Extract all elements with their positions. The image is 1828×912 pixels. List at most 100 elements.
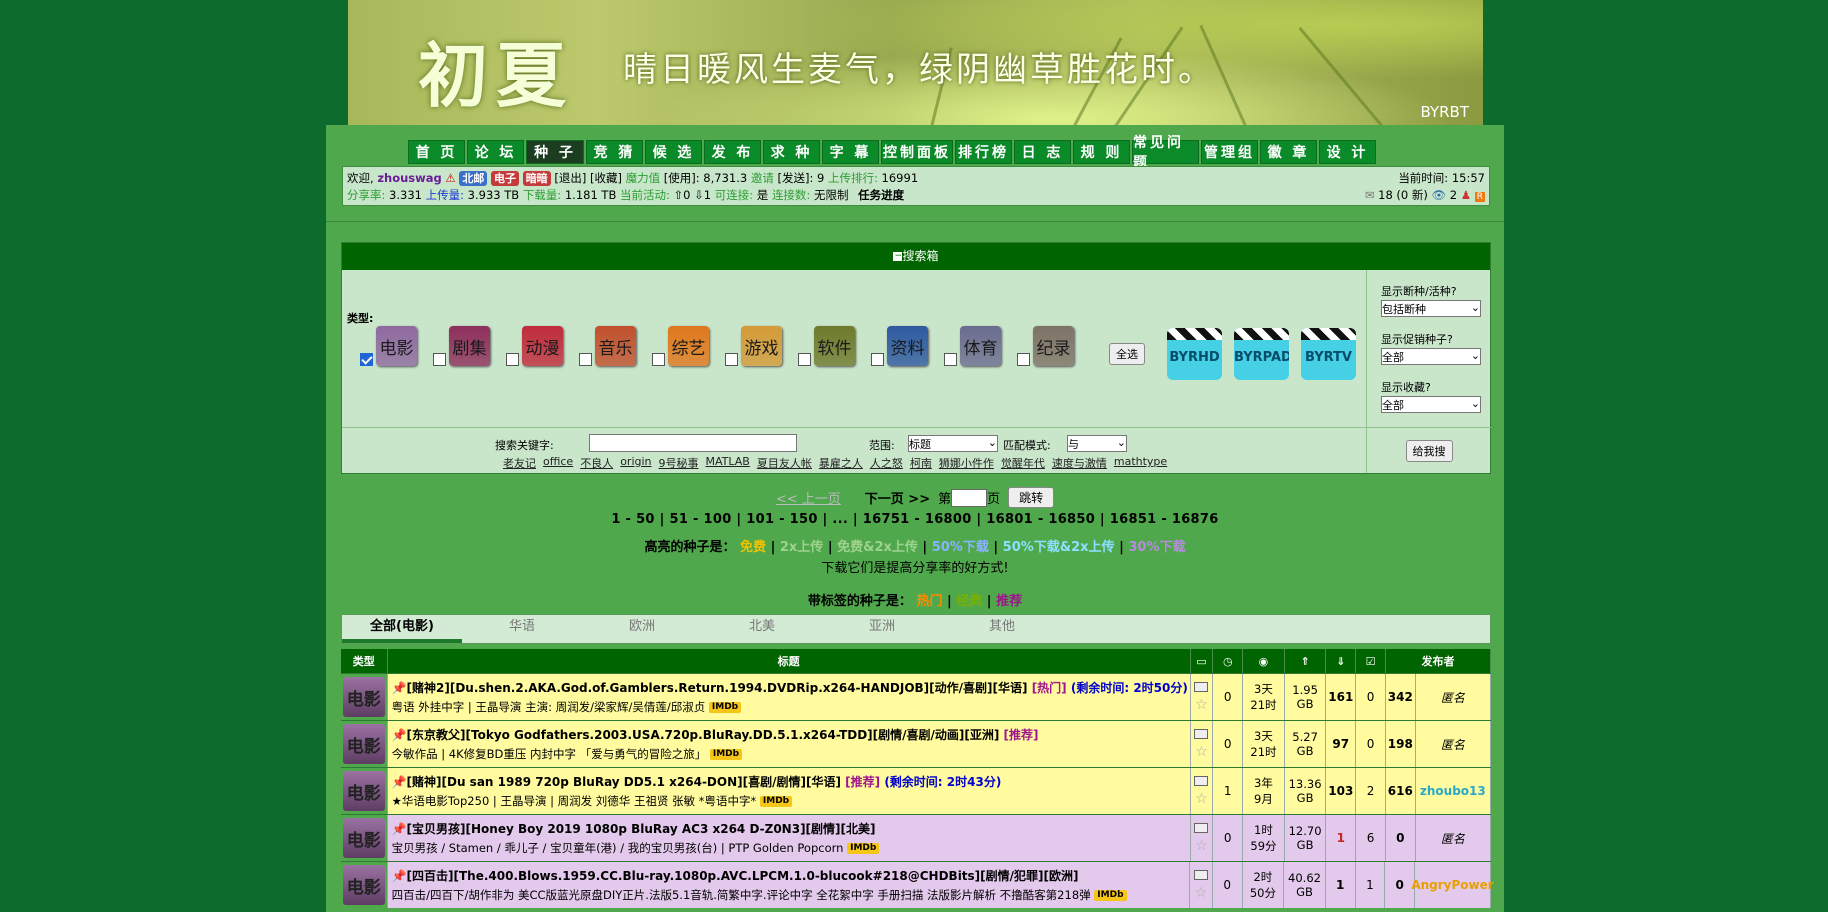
nav-item[interactable]: 字 幕	[822, 140, 879, 164]
category-icon[interactable]: 电影	[342, 771, 385, 811]
hot-keyword-link[interactable]: 不良人	[580, 455, 613, 471]
torrent-title-link[interactable]: [赌神2][Du.shen.2.AKA.God.of.Gamblers.Retu…	[407, 681, 1028, 695]
category-checkbox[interactable]	[360, 353, 373, 366]
download-icon[interactable]	[1194, 729, 1209, 739]
match-mode-select[interactable]: 与 ⌄	[1067, 435, 1127, 452]
comment-count[interactable]: 0	[1213, 815, 1244, 861]
category-checkbox[interactable]	[871, 353, 884, 366]
category-option[interactable]: 动漫	[506, 326, 563, 366]
col-type[interactable]: 类型	[341, 649, 388, 673]
completed-count[interactable]: 342	[1386, 674, 1416, 720]
hot-keyword-link[interactable]: 觉醒年代	[1001, 455, 1045, 471]
byrpad-channel-icon[interactable]: BYRPAD	[1234, 328, 1289, 380]
bookmark-star-icon[interactable]: ☆	[1195, 792, 1208, 806]
bookmark-star-icon[interactable]: ☆	[1195, 698, 1208, 712]
people-icon[interactable]: ♟	[1461, 188, 1471, 202]
nav-item[interactable]: 日 志	[1014, 140, 1071, 164]
category-icon[interactable]: 电影	[342, 677, 385, 717]
nav-item[interactable]: 候 选	[645, 140, 702, 164]
hot-keyword-link[interactable]: 9号秘事	[659, 455, 699, 471]
next-page-link[interactable]: 下一页 >>	[865, 488, 930, 507]
username-link[interactable]: zhouswag	[377, 171, 441, 185]
hot-keyword-link[interactable]: 老友记	[503, 455, 536, 471]
category-checkbox[interactable]	[652, 353, 665, 366]
leechers-count[interactable]: 6	[1356, 815, 1386, 861]
torrent-title-link[interactable]: [宝贝男孩][Honey Boy 2019 1080p BluRay AC3 x…	[407, 822, 876, 836]
category-icon[interactable]: 动漫	[522, 326, 563, 366]
imdb-icon[interactable]: IMDb	[847, 843, 880, 854]
magic-use-link[interactable]: [使用]:	[664, 171, 700, 185]
scope-select[interactable]: 标题 ⌄	[908, 435, 998, 452]
leechers-count[interactable]: 2	[1356, 768, 1386, 814]
invite-send-link[interactable]: [发送]:	[778, 171, 814, 185]
select-all-button[interactable]: 全选	[1109, 343, 1145, 365]
category-option[interactable]: 电影	[360, 326, 417, 366]
comment-count[interactable]: 0	[1213, 862, 1243, 908]
favorites-link[interactable]: [收藏]	[590, 171, 622, 185]
col-title[interactable]: 标题	[388, 649, 1191, 673]
leechers-icon[interactable]: ⇓	[1326, 649, 1357, 673]
promotion-select[interactable]: 全部 ⌄	[1381, 348, 1481, 365]
category-icon[interactable]: 游戏	[741, 326, 782, 366]
torrent-title-link[interactable]: [赌神][Du san 1989 720p BluRay DD5.1 x264-…	[407, 775, 841, 789]
prev-page-link[interactable]: << 上一页	[776, 488, 841, 507]
category-icon[interactable]: 纪录	[1033, 326, 1074, 366]
region-tab[interactable]: 华语	[462, 615, 582, 643]
size-icon[interactable]: ◉	[1243, 649, 1285, 673]
category-icon[interactable]: 软件	[814, 326, 855, 366]
completed-count[interactable]: 0	[1386, 815, 1416, 861]
nav-item[interactable]: 竞 猜	[586, 140, 643, 164]
download-icon[interactable]	[1194, 823, 1209, 833]
category-icon[interactable]: 电影	[342, 865, 385, 905]
nav-item[interactable]: 徽 章	[1260, 140, 1317, 164]
region-tab[interactable]: 亚洲	[822, 615, 942, 643]
nav-item[interactable]: 排行榜	[955, 140, 1012, 164]
region-tab[interactable]: 欧洲	[582, 615, 702, 643]
seeders-icon[interactable]: ⇑	[1285, 649, 1327, 673]
hot-keyword-link[interactable]: office	[543, 455, 573, 471]
region-tab[interactable]: 全部(电影)	[342, 615, 462, 643]
category-icon[interactable]: 体育	[960, 326, 1001, 366]
category-option[interactable]: 综艺	[652, 326, 709, 366]
category-option[interactable]: 纪录	[1017, 326, 1074, 366]
download-icon[interactable]	[1194, 682, 1209, 692]
category-option[interactable]: 游戏	[725, 326, 782, 366]
imdb-icon[interactable]: IMDb	[709, 749, 743, 760]
category-option[interactable]: 体育	[944, 326, 1001, 366]
keyword-input[interactable]	[589, 434, 797, 452]
comment-count[interactable]: 0	[1213, 721, 1244, 767]
clock-icon[interactable]: ◷	[1213, 649, 1244, 673]
nav-item[interactable]: 控制面板	[881, 140, 953, 164]
seeders-count[interactable]: 161	[1326, 674, 1357, 720]
category-checkbox[interactable]	[798, 353, 811, 366]
leechers-count[interactable]: 1	[1356, 862, 1386, 908]
leechers-count[interactable]: 0	[1356, 674, 1386, 720]
hot-keyword-link[interactable]: 柯南	[910, 455, 932, 471]
search-box-header[interactable]: −搜索箱	[342, 243, 1490, 270]
download-icon[interactable]	[1194, 776, 1209, 786]
eye-icon[interactable]: 👁	[1432, 188, 1447, 202]
nav-item[interactable]: 设 计	[1319, 140, 1376, 164]
category-checkbox[interactable]	[1017, 353, 1030, 366]
nav-item[interactable]: 管理组	[1201, 140, 1258, 164]
bookmark-star-icon[interactable]: ☆	[1195, 886, 1208, 900]
col-uploader[interactable]: 发布者	[1386, 649, 1491, 673]
completed-icon[interactable]: ☑	[1356, 649, 1386, 673]
category-option[interactable]: 剧集	[433, 326, 490, 366]
bookmark-star-icon[interactable]: ☆	[1195, 745, 1208, 759]
hot-keyword-link[interactable]: 速度与激情	[1052, 455, 1107, 471]
bookmark-star-icon[interactable]: ☆	[1195, 839, 1208, 853]
imdb-icon[interactable]: IMDb	[759, 796, 793, 807]
nav-item[interactable]: 常见问题	[1132, 135, 1199, 171]
download-icon[interactable]	[1193, 870, 1208, 880]
task-progress-link[interactable]: 任务进度	[858, 188, 904, 202]
category-checkbox[interactable]	[506, 353, 519, 366]
category-icon[interactable]: 资料	[887, 326, 928, 366]
favorites-filter-select[interactable]: 全部 ⌄	[1381, 396, 1481, 413]
torrent-title-link[interactable]: [四百击][The.400.Blows.1959.CC.Blu-ray.1080…	[407, 869, 1079, 883]
hot-keyword-link[interactable]: mathtype	[1114, 455, 1167, 471]
region-tab[interactable]: 其他	[942, 615, 1062, 643]
category-icon[interactable]: 电影	[376, 326, 417, 366]
category-checkbox[interactable]	[725, 353, 738, 366]
category-checkbox[interactable]	[579, 353, 592, 366]
